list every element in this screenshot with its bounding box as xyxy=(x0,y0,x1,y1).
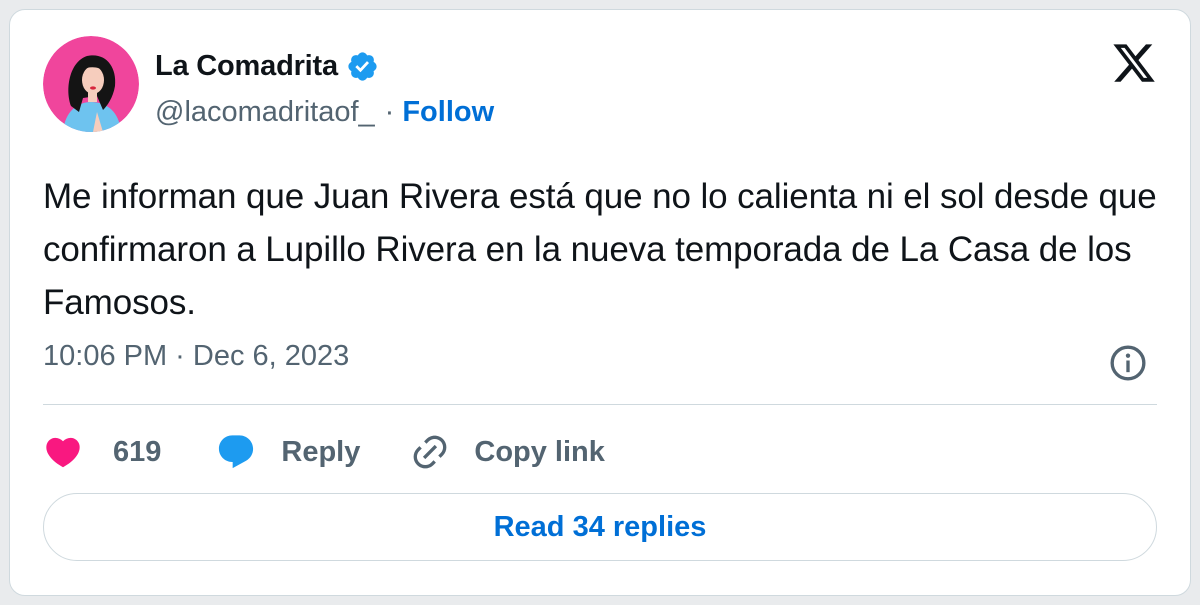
read-replies-button[interactable]: Read 34 replies xyxy=(43,493,1157,561)
separator-dot: · xyxy=(384,95,395,128)
heart-icon xyxy=(43,432,83,472)
tweet-timestamp[interactable]: 10:06 PM · Dec 6, 2023 xyxy=(43,340,349,373)
verified-badge-icon xyxy=(346,50,379,83)
author-handle[interactable]: @lacomadritaof_ xyxy=(155,96,375,129)
copy-link-button[interactable]: Copy link xyxy=(410,432,605,472)
tweet-text: Me informan que Juan Rivera está que no … xyxy=(43,177,1157,322)
divider xyxy=(43,404,1157,405)
avatar[interactable] xyxy=(43,36,139,132)
reply-label: Reply xyxy=(281,435,361,468)
x-logo-icon[interactable] xyxy=(1110,40,1158,86)
author-display-name[interactable]: La Comadrita xyxy=(155,50,338,83)
follow-button[interactable]: Follow xyxy=(402,96,494,129)
like-count: 619 xyxy=(113,435,162,468)
action-bar: 619 Reply Copy link xyxy=(43,428,605,476)
author-name-row: La Comadrita xyxy=(155,48,379,84)
avatar-image xyxy=(43,36,139,132)
speech-bubble-icon xyxy=(216,432,256,472)
copy-link-label: Copy link xyxy=(474,435,605,468)
tweet-card: La Comadrita @lacomadritaof_ · Follow Me… xyxy=(9,9,1191,596)
link-icon xyxy=(410,432,450,472)
reply-button[interactable]: Reply xyxy=(216,432,360,472)
info-icon[interactable] xyxy=(1108,343,1148,383)
like-button[interactable]: 619 xyxy=(43,432,161,472)
author-handle-row: @lacomadritaof_ · Follow xyxy=(155,94,494,130)
